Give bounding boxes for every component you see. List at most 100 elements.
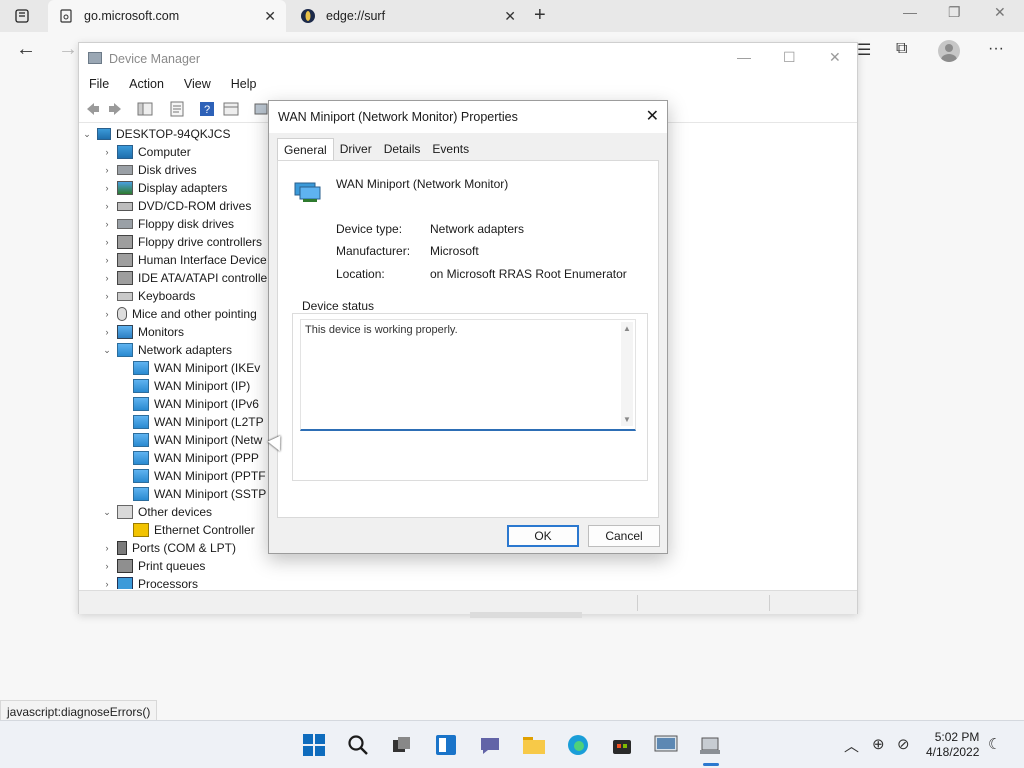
- expand-chevron-icon[interactable]: ›: [101, 309, 113, 319]
- remote-desktop-icon[interactable]: [654, 733, 678, 757]
- tree-device[interactable]: WAN Miniport (L2TP: [81, 413, 271, 431]
- tab-details[interactable]: Details: [378, 138, 427, 160]
- cancel-button[interactable]: Cancel: [588, 525, 660, 547]
- expand-chevron-icon[interactable]: ›: [101, 183, 113, 193]
- tab-actions-icon[interactable]: [10, 6, 34, 26]
- dm-maximize-icon[interactable]: ☐: [783, 49, 796, 66]
- notifications-icon[interactable]: ☾: [988, 735, 1001, 753]
- expand-chevron-icon[interactable]: ›: [101, 273, 113, 283]
- expand-chevron-icon[interactable]: ›: [101, 219, 113, 229]
- widgets-icon[interactable]: [434, 733, 458, 757]
- tab-close-icon[interactable]: ✕: [504, 8, 516, 25]
- device-status-textbox[interactable]: This device is working properly. ▲ ▼: [300, 319, 636, 431]
- tab-go-microsoft[interactable]: go.microsoft.com ✕: [48, 0, 286, 32]
- forward-arrow-icon[interactable]: →: [58, 38, 78, 61]
- tab-close-icon[interactable]: ✕: [264, 8, 276, 25]
- help-icon[interactable]: ?: [199, 101, 215, 117]
- start-icon[interactable]: [302, 733, 326, 757]
- collapse-chevron-icon[interactable]: ⌄: [101, 507, 113, 518]
- expand-chevron-icon[interactable]: ›: [101, 165, 113, 175]
- forward-icon[interactable]: [107, 101, 123, 117]
- expand-chevron-icon[interactable]: ›: [101, 147, 113, 157]
- tree-horizontal-scrollbar[interactable]: [470, 612, 582, 618]
- tree-category[interactable]: › Floppy drive controllers: [81, 233, 271, 251]
- back-arrow-icon[interactable]: ←: [16, 38, 36, 61]
- tree-device[interactable]: Ethernet Controller: [81, 521, 271, 539]
- collections-icon[interactable]: ⧉: [896, 40, 907, 58]
- tab-general[interactable]: General: [277, 138, 334, 160]
- tree-root[interactable]: ⌄ DESKTOP-94QKJCS: [81, 125, 271, 143]
- tree-category[interactable]: › Processors: [81, 575, 271, 589]
- dialog-close-icon[interactable]: ✕: [646, 106, 659, 126]
- tree-device[interactable]: WAN Miniport (PPP: [81, 449, 271, 467]
- chat-icon[interactable]: [478, 733, 502, 757]
- menu-file[interactable]: File: [79, 73, 119, 95]
- tab-driver[interactable]: Driver: [334, 138, 378, 160]
- tree-category[interactable]: › Disk drives: [81, 161, 271, 179]
- tree-category[interactable]: › Floppy disk drives: [81, 215, 271, 233]
- profile-avatar-icon[interactable]: [938, 40, 960, 62]
- window-close-icon[interactable]: ✕: [994, 4, 1006, 21]
- more-options-icon[interactable]: ···: [988, 40, 1004, 58]
- clock[interactable]: 5:02 PM 4/18/2022: [926, 730, 979, 760]
- tree-category[interactable]: › Mice and other pointing: [81, 305, 271, 323]
- favorites-icon[interactable]: ☰: [857, 40, 871, 60]
- edge-browser-icon[interactable]: [566, 733, 590, 757]
- tree-category[interactable]: › Monitors: [81, 323, 271, 341]
- tree-category[interactable]: ⌄ Network adapters: [81, 341, 271, 359]
- new-tab-icon[interactable]: +: [534, 4, 546, 27]
- search-icon[interactable]: [346, 733, 370, 757]
- tab-edge-surf[interactable]: edge://surf ✕: [290, 0, 526, 32]
- tree-category[interactable]: › Keyboards: [81, 287, 271, 305]
- minimize-icon[interactable]: —: [903, 4, 917, 20]
- store-icon[interactable]: [610, 733, 634, 757]
- restore-icon[interactable]: ❐: [948, 4, 961, 21]
- network-status-icon[interactable]: ⊘: [897, 735, 910, 753]
- tree-device[interactable]: WAN Miniport (IPv6: [81, 395, 271, 413]
- dm-close-icon[interactable]: ✕: [829, 49, 841, 66]
- tree-category[interactable]: › IDE ATA/ATAPI controlle: [81, 269, 271, 287]
- properties-icon[interactable]: [169, 101, 185, 117]
- tree-category[interactable]: › Computer: [81, 143, 271, 161]
- show-hide-console-icon[interactable]: [137, 101, 153, 117]
- tree-category[interactable]: › Print queues: [81, 557, 271, 575]
- tree-category[interactable]: › DVD/CD-ROM drives: [81, 197, 271, 215]
- status-scrollbar[interactable]: ▲ ▼: [621, 322, 633, 426]
- expand-chevron-icon[interactable]: ›: [101, 579, 113, 589]
- tree-device[interactable]: WAN Miniport (SSTP: [81, 485, 271, 503]
- device-manager-taskbar-icon[interactable]: [698, 733, 722, 757]
- file-explorer-icon[interactable]: [522, 733, 546, 757]
- menu-view[interactable]: View: [174, 73, 221, 95]
- scan-hardware-icon[interactable]: [253, 101, 269, 117]
- back-icon[interactable]: [85, 101, 101, 117]
- expand-chevron-icon[interactable]: ›: [101, 327, 113, 337]
- collapse-chevron-icon[interactable]: ⌄: [81, 129, 93, 140]
- expand-chevron-icon[interactable]: ›: [101, 237, 113, 247]
- view-icon[interactable]: [223, 101, 239, 117]
- tree-category[interactable]: › Ports (COM & LPT): [81, 539, 271, 557]
- menu-action[interactable]: Action: [119, 73, 174, 95]
- tab-events[interactable]: Events: [426, 138, 475, 160]
- ok-button[interactable]: OK: [507, 525, 579, 547]
- tree-category[interactable]: ⌄ Other devices: [81, 503, 271, 521]
- tree-device[interactable]: WAN Miniport (Netw: [81, 431, 271, 449]
- expand-chevron-icon[interactable]: ›: [101, 201, 113, 211]
- menu-help[interactable]: Help: [221, 73, 267, 95]
- expand-chevron-icon[interactable]: ›: [101, 291, 113, 301]
- tree-category[interactable]: › Display adapters: [81, 179, 271, 197]
- collapse-chevron-icon[interactable]: ⌄: [101, 345, 113, 356]
- expand-chevron-icon[interactable]: ›: [101, 543, 113, 553]
- tree-device[interactable]: WAN Miniport (PPTF: [81, 467, 271, 485]
- show-hidden-icons-icon[interactable]: ︿: [844, 735, 859, 756]
- tree-device[interactable]: WAN Miniport (IKEv: [81, 359, 271, 377]
- network-adapter-icon: [133, 469, 149, 483]
- tree-device[interactable]: WAN Miniport (IP): [81, 377, 271, 395]
- tree-category[interactable]: › Human Interface Device: [81, 251, 271, 269]
- language-globe-icon[interactable]: ⊕: [872, 735, 885, 753]
- scroll-up-icon[interactable]: ▲: [623, 324, 631, 333]
- expand-chevron-icon[interactable]: ›: [101, 561, 113, 571]
- scroll-down-icon[interactable]: ▼: [623, 415, 631, 424]
- task-view-icon[interactable]: [390, 733, 414, 757]
- dm-minimize-icon[interactable]: —: [737, 49, 751, 65]
- expand-chevron-icon[interactable]: ›: [101, 255, 113, 265]
